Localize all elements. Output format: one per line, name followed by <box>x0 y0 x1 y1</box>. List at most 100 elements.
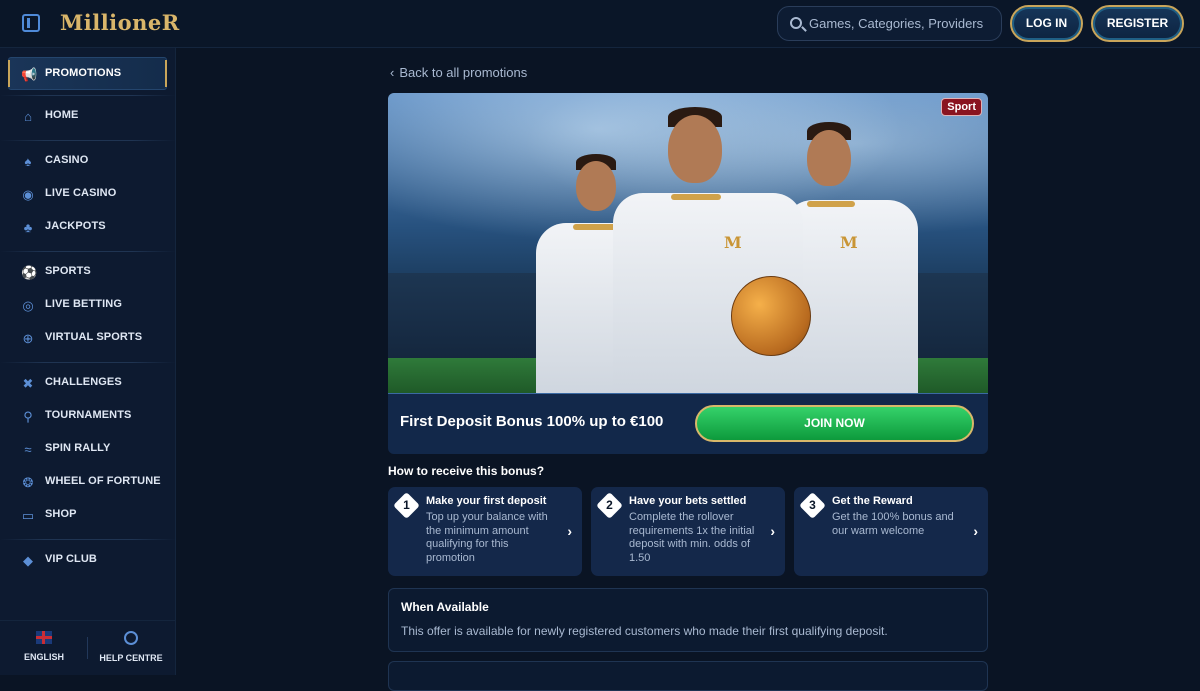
back-link-label: Back to all promotions <box>399 65 528 80</box>
step-number-icon: 2 <box>596 492 623 519</box>
chip-icon: ◉ <box>22 187 34 202</box>
clover-icon: ♣ <box>23 220 33 235</box>
step-number-icon: 1 <box>393 492 420 519</box>
football-icon: ⚽ <box>21 265 38 280</box>
sport-badge: Sport <box>941 98 982 116</box>
chevron-right-icon: › <box>973 523 978 539</box>
sidebar-item-label: CASINO <box>45 154 89 166</box>
sidebar-item-wheel-of-fortune[interactable]: ❂ WHEEL OF FORTUNE <box>0 466 176 499</box>
step-description: Complete the rollover requirements 1x th… <box>629 511 755 564</box>
sidebar-item-label: WHEEL OF FORTUNE <box>45 475 161 487</box>
sidebar-item-label: VIP CLUB <box>45 553 97 565</box>
login-button[interactable]: LOG IN <box>1010 5 1083 42</box>
step-card[interactable]: 2 Have your bets settled Complete the ro… <box>591 487 785 576</box>
sidebar-divider <box>0 539 176 540</box>
sidebar-divider <box>0 95 176 96</box>
sidebar-item-label: JACKPOTS <box>45 220 106 232</box>
search-icon <box>790 17 802 29</box>
step-title: Make your first deposit <box>426 495 547 507</box>
chevron-left-icon: ‹ <box>390 65 395 80</box>
step-title: Have your bets settled <box>629 495 747 507</box>
sidebar-item-casino[interactable]: ♠ CASINO <box>0 145 176 178</box>
step-description: Get the 100% bonus and our warm welcome <box>832 511 954 537</box>
search-input[interactable]: Games, Categories, Providers <box>777 6 1002 41</box>
next-section-box <box>388 661 988 691</box>
home-icon: ⌂ <box>24 109 32 124</box>
globe-icon: ⊕ <box>22 331 34 346</box>
diamond-icon: ◆ <box>23 553 33 568</box>
sidebar-item-label: LIVE CASINO <box>45 187 117 199</box>
live-icon: ◎ <box>22 298 34 313</box>
sidebar-item-shop[interactable]: ▭ SHOP <box>0 499 176 532</box>
sidebar: 📢 PROMOTIONS ⌂ HOME ♠ CASINO ◉ LIVE CASI… <box>0 48 176 675</box>
step-number-icon: 3 <box>799 492 826 519</box>
availability-section: When Available This offer is available f… <box>388 588 988 652</box>
join-now-button[interactable]: JOIN NOW <box>695 405 974 442</box>
step-card[interactable]: 1 Make your first deposit Top up your ba… <box>388 487 582 576</box>
sidebar-item-jackpots[interactable]: ♣ JACKPOTS <box>0 211 176 244</box>
top-header: MillioneR Games, Categories, Providers L… <box>0 0 1200 48</box>
sidebar-item-label: SPORTS <box>45 265 91 277</box>
player-collar <box>671 194 721 200</box>
bonus-title: First Deposit Bonus 100% up to €100 <box>400 413 664 430</box>
step-description: Top up your balance with the minimum amo… <box>426 511 548 564</box>
step-number: 1 <box>403 498 410 512</box>
how-to-receive-heading: How to receive this bonus? <box>388 464 545 478</box>
help-icon <box>124 631 138 645</box>
help-label: HELP CENTRE <box>99 653 163 663</box>
back-to-promotions-link[interactable]: ‹ Back to all promotions <box>390 65 527 80</box>
step-number: 3 <box>809 498 816 512</box>
brand-logo[interactable]: MillioneR <box>60 10 180 35</box>
sidebar-divider <box>0 362 176 363</box>
sidebar-item-label: SPIN RALLY <box>45 442 111 454</box>
bonus-bar: First Deposit Bonus 100% up to €100 JOIN… <box>388 393 988 454</box>
sidebar-item-label: VIRTUAL SPORTS <box>45 331 143 343</box>
sidebar-toggle-icon[interactable] <box>22 14 40 32</box>
sidebar-footer: ENGLISH HELP CENTRE <box>0 620 176 675</box>
sidebar-divider <box>0 140 176 141</box>
sidebar-item-vip-club[interactable]: ◆ VIP CLUB <box>0 544 176 577</box>
help-centre-link[interactable]: HELP CENTRE <box>96 631 166 663</box>
sidebar-item-promotions[interactable]: 📢 PROMOTIONS <box>8 57 167 90</box>
player-head <box>668 115 722 183</box>
basket-icon: ▭ <box>21 508 35 523</box>
step-card[interactable]: 3 Get the Reward Get the 100% bonus and … <box>794 487 988 576</box>
sidebar-item-spin-rally[interactable]: ≈ SPIN RALLY <box>0 433 176 466</box>
player-collar <box>807 201 855 207</box>
football-ball <box>731 276 811 356</box>
sidebar-item-virtual-sports[interactable]: ⊕ VIRTUAL SPORTS <box>0 322 176 355</box>
language-label: ENGLISH <box>23 652 64 662</box>
sidebar-item-label: PROMOTIONS <box>45 67 122 79</box>
sidebar-item-home[interactable]: ⌂ HOME <box>0 100 176 133</box>
rally-icon: ≈ <box>24 442 32 457</box>
step-number: 2 <box>606 498 613 512</box>
jersey-logo: M <box>724 233 742 252</box>
sidebar-item-label: SHOP <box>45 508 77 520</box>
promotion-banner-image: M M Sport <box>388 93 988 393</box>
availability-title: When Available <box>401 600 489 614</box>
step-title: Get the Reward <box>832 495 913 507</box>
medal-icon: ⚲ <box>23 409 33 424</box>
availability-text: This offer is available for newly regist… <box>401 624 888 638</box>
chevron-right-icon: › <box>770 523 775 539</box>
sidebar-item-label: CHALLENGES <box>45 376 122 388</box>
language-selector[interactable]: ENGLISH <box>9 631 79 662</box>
register-button[interactable]: REGISTER <box>1091 5 1184 42</box>
sidebar-item-sports[interactable]: ⚽ SPORTS <box>0 256 176 289</box>
sidebar-item-label: HOME <box>45 109 79 121</box>
search-placeholder: Games, Categories, Providers <box>809 16 984 31</box>
sidebar-item-label: TOURNAMENTS <box>45 409 132 421</box>
sidebar-item-challenges[interactable]: ✖ CHALLENGES <box>0 367 176 400</box>
sidebar-item-label: LIVE BETTING <box>45 298 122 310</box>
spade-icon: ♠ <box>24 154 32 169</box>
wheel-icon: ❂ <box>22 475 34 490</box>
sidebar-item-live-casino[interactable]: ◉ LIVE CASINO <box>0 178 176 211</box>
uk-flag-icon <box>36 631 52 644</box>
sidebar-item-tournaments[interactable]: ⚲ TOURNAMENTS <box>0 400 176 433</box>
jersey-logo: M <box>840 233 858 252</box>
sidebar-item-live-betting[interactable]: ◎ LIVE BETTING <box>0 289 176 322</box>
chevron-right-icon: › <box>567 523 572 539</box>
sidebar-divider <box>0 251 176 252</box>
footer-separator <box>87 637 88 659</box>
swords-icon: ✖ <box>22 376 34 391</box>
